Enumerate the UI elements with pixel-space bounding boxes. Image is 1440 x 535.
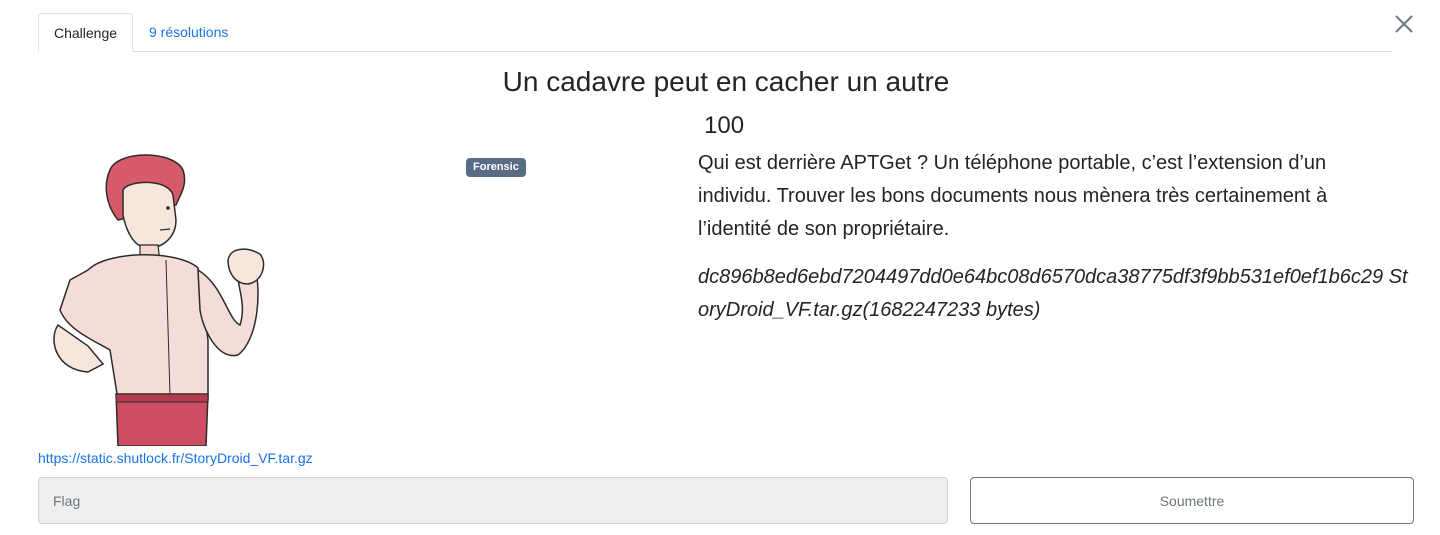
- challenge-title: Un cadavre peut en cacher un autre: [502, 66, 950, 97]
- character-illustration: [48, 150, 273, 447]
- challenge-points: 100: [704, 112, 745, 139]
- challenge-tabs: Challenge 9 résolutions: [38, 13, 1392, 52]
- submit-button[interactable]: Soumettre: [970, 477, 1414, 524]
- file-hash: dc896b8ed6ebd7204497dd0e64bc08d6570dca38…: [698, 266, 1408, 321]
- tab-challenge[interactable]: Challenge: [38, 13, 133, 52]
- download-file-link[interactable]: https://static.shutlock.fr/StoryDroid_VF…: [38, 450, 313, 466]
- tab-solves[interactable]: 9 résolutions: [149, 13, 228, 52]
- category-tag: Forensic: [466, 158, 526, 177]
- flag-input[interactable]: [38, 477, 948, 524]
- close-icon[interactable]: [1393, 13, 1415, 35]
- challenge-description: Qui est derrière APTGet ? Un téléphone p…: [698, 152, 1328, 240]
